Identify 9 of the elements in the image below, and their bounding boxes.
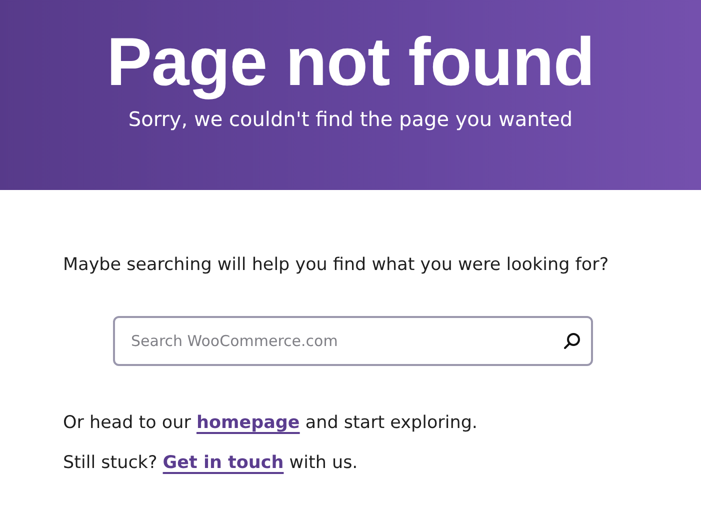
help-sentence: Still stuck? Get in touch with us. (63, 452, 359, 475)
search-field[interactable]: Search WooCommerce.com (113, 316, 593, 366)
help-sentence: Or head to our homepage and start exploring. (63, 412, 478, 435)
search-prompt: Maybe searching will help you find what you were looking for? (63, 254, 610, 277)
page-title: Page not found (106, 23, 596, 102)
page-subtitle: Sorry, we couldn't find the page you wanted (127, 106, 574, 132)
search-icon[interactable] (563, 332, 581, 350)
text-link[interactable]: Get in touch (162, 453, 284, 473)
text-link[interactable]: homepage (196, 413, 300, 433)
